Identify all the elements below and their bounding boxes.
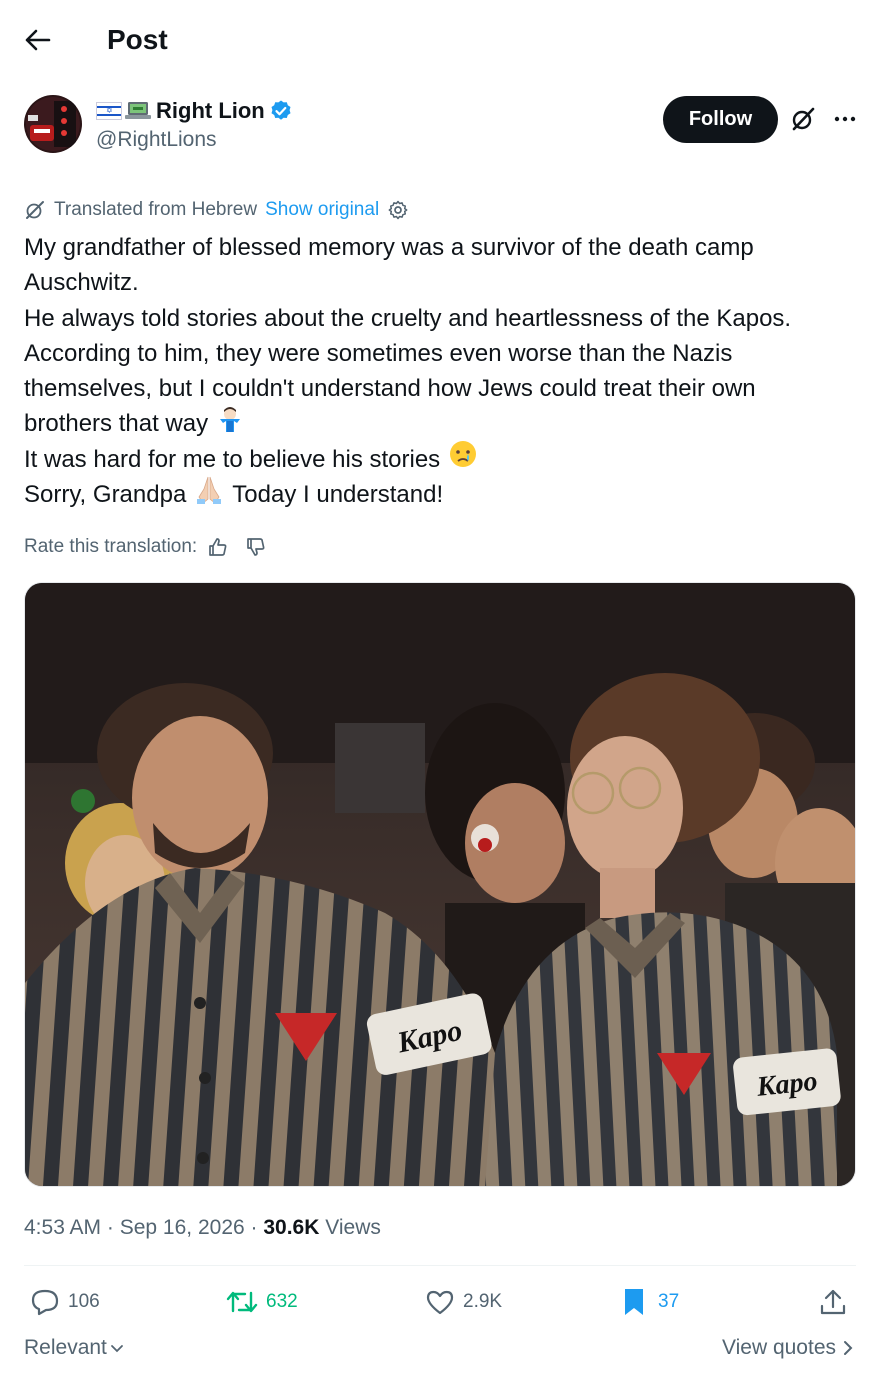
repost-icon [226,1289,258,1315]
views-count: 30.6K [263,1216,320,1239]
post-line: Auschwitz. [24,269,139,297]
back-arrow-icon[interactable] [20,22,56,58]
author-name-row[interactable]: ✡ Right Lion [96,97,293,125]
bookmark-count: 37 [658,1291,680,1312]
rate-translation-row: Rate this translation: [24,533,267,561]
author-handle[interactable]: @RightLions [96,128,217,152]
post-line: themselves, but I couldn't understand ho… [24,375,756,403]
reply-count: 106 [68,1291,100,1312]
thumbs-down-icon[interactable] [245,536,267,558]
bookmark-button[interactable]: 37 [622,1283,679,1321]
verified-badge-icon[interactable] [269,99,293,123]
laptop-icon [124,101,152,121]
follow-button[interactable]: Follow [663,96,778,143]
repost-button[interactable]: 632 [226,1283,298,1321]
kapo-armband-right: Kapo [754,1066,819,1103]
view-quotes-label: View quotes [721,1336,836,1359]
share-button[interactable] [818,1283,856,1321]
post-body: My grandfather of blessed memory was a s… [24,230,856,512]
thumbs-up-icon[interactable] [207,536,229,558]
post-line-text: Sorry, Grandpa [24,481,187,509]
sort-label: Relevant [24,1336,107,1359]
translated-from-label: Translated from Hebrew [54,199,258,220]
grok-icon[interactable] [786,102,820,136]
chevron-down-icon [109,1340,125,1356]
post-line: My grandfather of blessed memory was a s… [24,234,754,261]
folded-hands-emoji-icon [194,475,224,515]
post-line: Sorry, Grandpa Today I understand! [24,475,856,515]
like-button[interactable]: 2.9K [425,1283,502,1321]
post-image[interactable]: Kapo Kapo [24,582,856,1187]
share-icon [818,1287,848,1317]
post-line: It was hard for me to believe his storie… [24,439,856,479]
post-line: brothers that way [24,406,856,441]
grok-translate-icon [24,199,46,221]
sort-replies-dropdown[interactable]: Relevant [24,1334,125,1362]
post-date[interactable]: Sep 16, 2026 [120,1216,245,1240]
meta-separator: · [101,1216,120,1239]
reply-icon [30,1288,60,1316]
view-quotes-link[interactable]: View quotes [722,1334,854,1362]
divider [24,1265,856,1266]
israel-flag-icon: ✡ [96,102,122,120]
post-line: He always told stories about the cruelty… [24,304,792,332]
page-title: Post [107,24,168,55]
rate-translation-label: Rate this translation: [24,536,198,557]
post-metadata: 4:53 AM · Sep 16, 2026 · 30.6K Views [24,1213,381,1243]
bookmark-icon [622,1287,646,1317]
man-shrugging-emoji-icon [216,405,244,443]
reply-button[interactable]: 106 [30,1283,100,1321]
author-display-name: Right Lion [156,98,265,123]
like-count: 2.9K [463,1291,503,1312]
avatar[interactable] [24,95,82,153]
post-line: According to him, they were sometimes ev… [24,339,733,367]
post-time[interactable]: 4:53 AM [24,1216,101,1240]
post-line-text: It was hard for me to believe his storie… [24,445,441,473]
post-line-text: brothers that way [24,410,209,438]
chevron-right-icon [842,1339,854,1357]
show-original-link[interactable]: Show original [265,199,379,221]
views-label: Views [319,1216,381,1239]
repost-count: 632 [266,1291,298,1312]
heart-icon [425,1289,455,1315]
meta-separator: · [244,1216,264,1239]
post-photo: Kapo Kapo [25,583,855,1186]
post-line-text: Today I understand! [232,481,444,509]
crying-face-emoji-icon [448,439,478,479]
translation-notice: Translated from Hebrew Show original [24,197,409,223]
gear-icon[interactable] [387,199,409,221]
page-header: Post [0,0,880,80]
more-options-icon[interactable] [828,102,862,136]
